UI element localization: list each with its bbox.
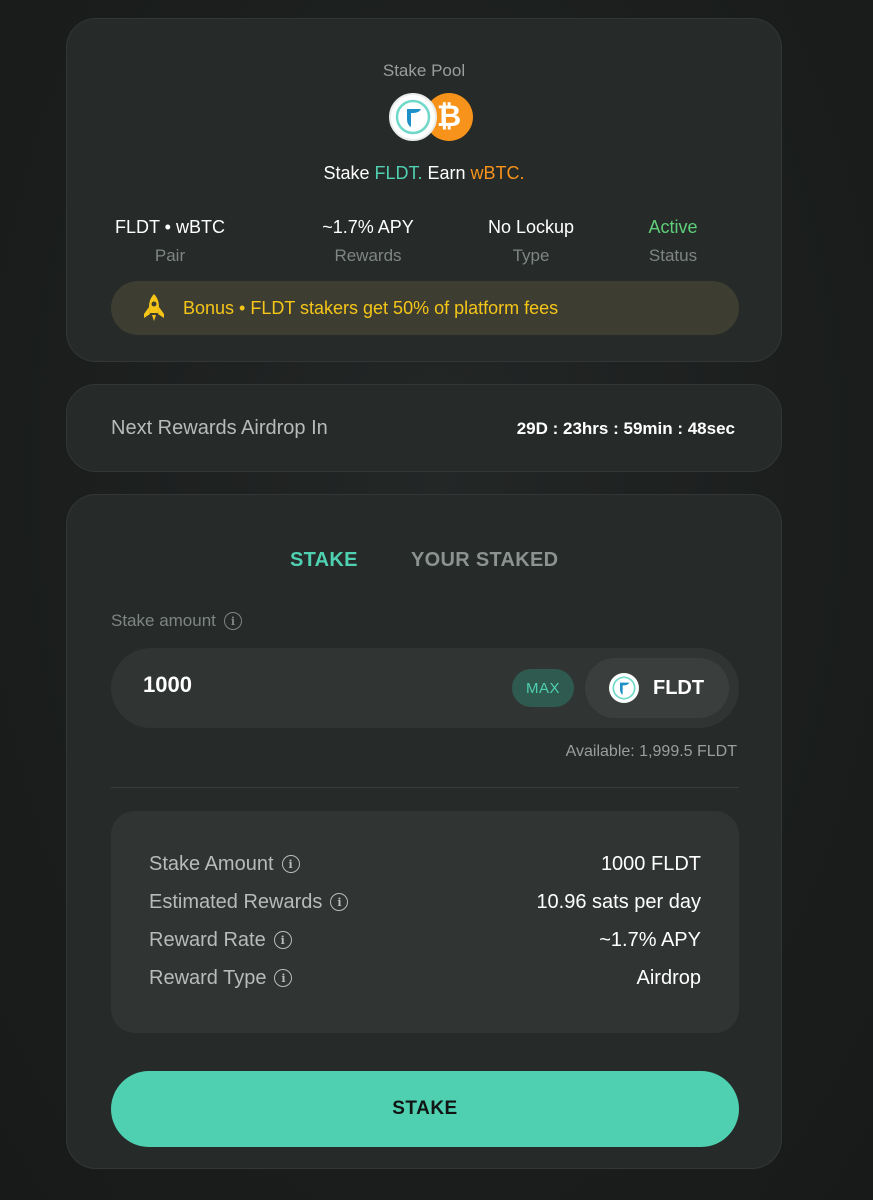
summary-value-estimated-rewards: 10.96 sats per day — [536, 890, 701, 913]
stat-type-value: No Lockup — [487, 217, 575, 237]
summary-row-reward-type: Reward Type i Airdrop — [149, 963, 701, 993]
fldt-logo-icon — [389, 93, 437, 141]
summary-value-stake-amount: 1000 FLDT — [600, 852, 701, 875]
fldt-logo-icon — [609, 673, 639, 703]
tagline-earn: Earn — [422, 163, 471, 183]
summary-key-text: Reward Rate — [149, 928, 266, 951]
stat-pair-value: FLDT • wBTC — [115, 217, 225, 237]
airdrop-countdown-card: Next Rewards Airdrop In 29D : 23hrs : 59… — [66, 384, 782, 472]
token-selector[interactable]: FLDT — [585, 658, 729, 718]
airdrop-label: Next Rewards Airdrop In — [111, 417, 328, 439]
stake-summary: Stake Amount i 1000 FLDT Estimated Reward… — [111, 811, 739, 1033]
summary-row-stake-amount: Stake Amount i 1000 FLDT — [149, 849, 701, 879]
summary-row-estimated-rewards: Estimated Rewards i 10.96 sats per day — [149, 887, 701, 917]
info-icon[interactable]: i — [281, 855, 300, 873]
stat-type: No Lockup Type — [471, 217, 591, 266]
rocket-icon — [144, 294, 164, 321]
stat-pair-label: Pair — [154, 246, 186, 265]
stake-pool-card: Stake Pool ₿ Stake FLDT. Earn wBTC. FLDT… — [66, 18, 782, 362]
status-badge: Active — [648, 217, 698, 237]
token-symbol: FLDT — [653, 676, 705, 699]
summary-key-text: Stake Amount — [149, 852, 274, 875]
stake-amount-label: Stake amount i — [111, 611, 242, 631]
summary-key-stake-amount: Stake Amount i — [149, 853, 300, 876]
stat-rewards-value: ~1.7% APY — [322, 217, 414, 237]
stat-rewards: ~1.7% APY Rewards — [309, 217, 427, 266]
tagline-reward: wBTC. — [470, 163, 525, 183]
airdrop-countdown: 29D : 23hrs : 59min : 48sec — [516, 419, 735, 438]
summary-value-reward-type: Airdrop — [636, 966, 701, 989]
summary-key-text: Reward Type — [149, 966, 267, 989]
tab-your-staked[interactable]: YOUR STAKED — [411, 549, 558, 572]
stake-form-card: STAKE YOUR STAKED Stake amount i MAX FLD… — [66, 494, 782, 1169]
summary-value-reward-rate: ~1.7% APY — [599, 928, 701, 951]
stat-rewards-label: Rewards — [334, 246, 402, 265]
summary-key-reward-rate: Reward Rate i — [149, 929, 292, 952]
stake-amount-label-text: Stake amount — [111, 611, 216, 630]
summary-key-reward-type: Reward Type i — [149, 966, 293, 990]
bonus-banner: Bonus • FLDT stakers get 50% of platform… — [111, 281, 739, 335]
bonus-text: Bonus • FLDT stakers get 50% of platform… — [183, 297, 559, 318]
stake-amount-input[interactable] — [143, 672, 443, 698]
pool-tagline: Stake FLDT. Earn wBTC. — [67, 163, 781, 184]
max-button[interactable]: MAX — [512, 669, 574, 707]
info-icon[interactable]: i — [274, 969, 293, 987]
info-icon[interactable]: i — [330, 893, 349, 911]
summary-key-text: Estimated Rewards — [149, 890, 323, 913]
tagline-stake: Stake — [323, 163, 375, 183]
stat-type-label: Type — [512, 246, 550, 265]
pool-title: Stake Pool — [382, 61, 466, 80]
info-icon[interactable]: i — [223, 612, 242, 630]
available-balance: Available: 1,999.5 FLDT — [565, 743, 737, 760]
stake-amount-row: MAX FLDT — [111, 648, 739, 728]
summary-key-estimated-rewards: Estimated Rewards i — [149, 890, 349, 914]
tagline-token: FLDT. — [374, 163, 423, 183]
divider — [111, 787, 739, 788]
stat-status-label: Status — [648, 246, 698, 265]
info-icon[interactable]: i — [273, 931, 292, 949]
pool-logos: ₿ — [389, 93, 475, 143]
tab-stake[interactable]: STAKE — [290, 549, 358, 572]
stake-button[interactable]: STAKE — [111, 1071, 739, 1147]
pool-stats: FLDT • wBTC Pair ~1.7% APY Rewards No Lo… — [111, 217, 739, 269]
summary-row-reward-rate: Reward Rate i ~1.7% APY — [149, 925, 701, 955]
stat-pair: FLDT • wBTC Pair — [111, 217, 229, 266]
stat-status: Active Status — [637, 217, 709, 266]
